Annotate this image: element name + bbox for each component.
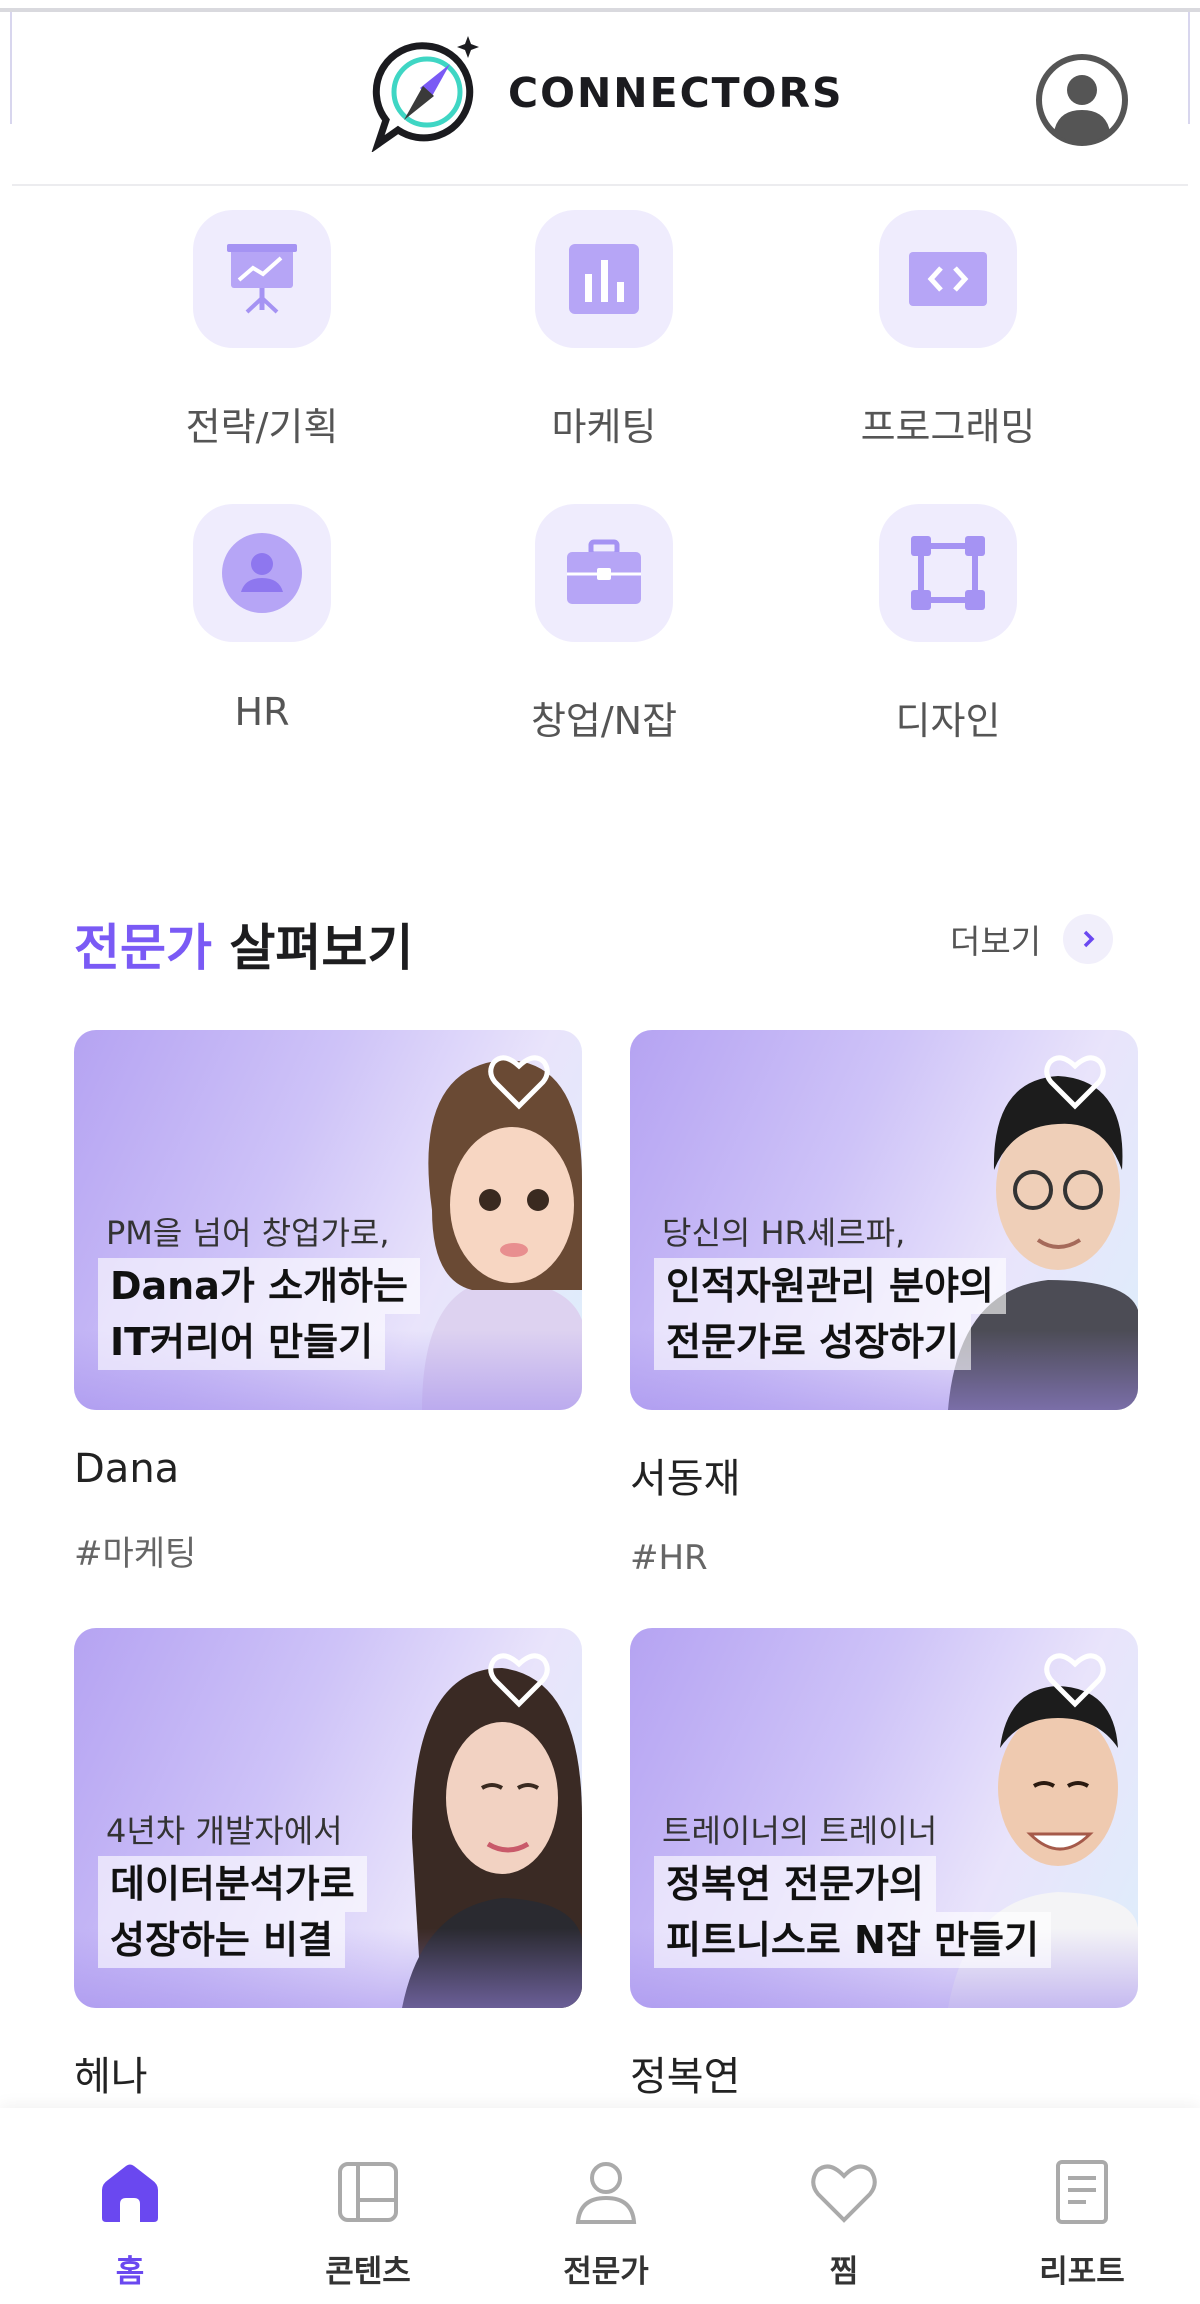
- category-programming[interactable]: 프로그래밍: [838, 210, 1058, 451]
- nav-label: 찜: [829, 2254, 859, 2290]
- expert-name: Dana: [74, 1446, 180, 1492]
- nav-label: 콘텐츠: [325, 2254, 411, 2290]
- expert-title-line: 전문가로 성장하기: [654, 1314, 971, 1370]
- app-header: CONNECTORS: [0, 0, 1200, 188]
- category-label: 디자인: [895, 699, 1001, 743]
- layout-icon: [338, 2162, 398, 2222]
- expert-tag: #마케팅: [74, 1534, 197, 1574]
- heart-icon: [811, 2164, 877, 2223]
- category-tile: [879, 504, 1017, 642]
- expert-name: 정복연: [630, 2054, 741, 2100]
- heart-icon[interactable]: [1042, 1648, 1108, 1710]
- category-tile: [193, 210, 331, 348]
- heart-icon[interactable]: [1042, 1050, 1108, 1112]
- person-icon: [222, 533, 302, 613]
- category-label: HR: [234, 690, 290, 734]
- expert-title: Dana가 소개하는 IT커리어 만들기: [98, 1258, 420, 1370]
- section-title-rest: 살펴보기: [212, 919, 414, 977]
- expert-title-line: Dana가 소개하는: [98, 1258, 420, 1314]
- top-border: [0, 8, 1200, 12]
- category-label: 프로그래밍: [860, 405, 1036, 449]
- expert-banner: 4년차 개발자에서 데이터분석가로 성장하는 비결: [74, 1628, 582, 2008]
- left-border: [10, 12, 12, 124]
- more-button[interactable]: 더보기: [950, 914, 1114, 964]
- expert-title-line: 성장하는 비결: [98, 1912, 345, 1968]
- expert-title: 인적자원관리 분야의 전문가로 성장하기: [654, 1258, 1006, 1370]
- expert-card[interactable]: 4년차 개발자에서 데이터분석가로 성장하는 비결 헤나: [74, 1628, 582, 2102]
- header-divider: [12, 184, 1188, 186]
- expert-subtitle: 4년차 개발자에서: [106, 1812, 343, 1850]
- nav-label: 전문가: [563, 2254, 649, 2290]
- category-tile: [879, 210, 1017, 348]
- expert-card[interactable]: 당신의 HR셰르파, 인적자원관리 분야의 전문가로 성장하기 서동재 #HR: [630, 1030, 1138, 1578]
- heart-icon[interactable]: [486, 1648, 552, 1710]
- category-marketing[interactable]: 마케팅: [494, 210, 714, 451]
- nav-label: 홈: [115, 2254, 145, 2290]
- nav-experts[interactable]: 전문가: [506, 2108, 706, 2304]
- code-icon: [909, 252, 987, 306]
- brand-name: CONNECTORS: [508, 69, 844, 117]
- nav-home[interactable]: 홈: [30, 2108, 230, 2304]
- heart-icon[interactable]: [486, 1050, 552, 1112]
- category-startup[interactable]: 창업/N잡: [494, 504, 714, 745]
- expert-banner: PM을 넘어 창업가로, Dana가 소개하는 IT커리어 만들기: [74, 1030, 582, 1410]
- home-icon: [102, 2164, 158, 2222]
- expert-title-line: 정복연 전문가의: [654, 1856, 936, 1912]
- user-icon: [575, 2162, 637, 2224]
- category-label: 창업/N잡: [530, 699, 678, 743]
- more-label: 더보기: [950, 922, 1042, 961]
- expert-card[interactable]: 트레이너의 트레이너 정복연 전문가의 피트니스로 N잡 만들기 정복연: [630, 1628, 1138, 2102]
- presentation-chart-icon: [227, 244, 297, 314]
- experts-section-title: 전문가 살펴보기: [74, 908, 413, 980]
- expert-card[interactable]: PM을 넘어 창업가로, Dana가 소개하는 IT커리어 만들기 Dana #…: [74, 1030, 582, 1575]
- expert-title-line: 데이터분석가로: [98, 1856, 367, 1912]
- expert-subtitle: 트레이너의 트레이너: [662, 1812, 938, 1850]
- vector-square-icon: [911, 536, 985, 610]
- category-hr[interactable]: HR: [152, 504, 372, 734]
- category-label: 마케팅: [551, 405, 657, 449]
- brand-logo[interactable]: CONNECTORS: [368, 34, 844, 152]
- nav-contents[interactable]: 콘텐츠: [268, 2108, 468, 2304]
- section-title-accent: 전문가: [74, 919, 212, 977]
- expert-title-line: IT커리어 만들기: [98, 1314, 386, 1370]
- document-icon: [1056, 2160, 1108, 2224]
- bottom-navigation: 홈 콘텐츠 전문가 찜 리포트: [0, 2108, 1200, 2304]
- expert-name: 헤나: [74, 2054, 148, 2100]
- category-label: 전략/기획: [185, 405, 339, 449]
- expert-subtitle: PM을 넘어 창업가로,: [106, 1214, 390, 1252]
- expert-title: 정복연 전문가의 피트니스로 N잡 만들기: [654, 1856, 1051, 1968]
- expert-banner: 트레이너의 트레이너 정복연 전문가의 피트니스로 N잡 만들기: [630, 1628, 1138, 2008]
- expert-title-line: 인적자원관리 분야의: [654, 1258, 1006, 1314]
- briefcase-icon: [567, 539, 641, 604]
- user-circle-icon[interactable]: [1034, 52, 1130, 148]
- category-tile: [535, 504, 673, 642]
- expert-banner: 당신의 HR셰르파, 인적자원관리 분야의 전문가로 성장하기: [630, 1030, 1138, 1410]
- bar-chart-icon: [569, 244, 639, 314]
- expert-name: 서동재: [630, 1456, 741, 1502]
- nav-label: 리포트: [1039, 2254, 1125, 2290]
- nav-report[interactable]: 리포트: [982, 2108, 1182, 2304]
- expert-tag: #HR: [630, 1538, 708, 1578]
- category-tile: [535, 210, 673, 348]
- chevron-right-icon: [1063, 914, 1114, 964]
- compass-chat-logo-icon: [371, 36, 479, 152]
- category-strategy[interactable]: 전략/기획: [152, 210, 372, 451]
- nav-favorites[interactable]: 찜: [744, 2108, 944, 2304]
- category-design[interactable]: 디자인: [838, 504, 1058, 745]
- expert-title-line: 피트니스로 N잡 만들기: [654, 1912, 1051, 1968]
- expert-title: 데이터분석가로 성장하는 비결: [98, 1856, 367, 1968]
- expert-subtitle: 당신의 HR셰르파,: [662, 1214, 906, 1252]
- category-tile: [193, 504, 331, 642]
- right-border: [1188, 12, 1190, 124]
